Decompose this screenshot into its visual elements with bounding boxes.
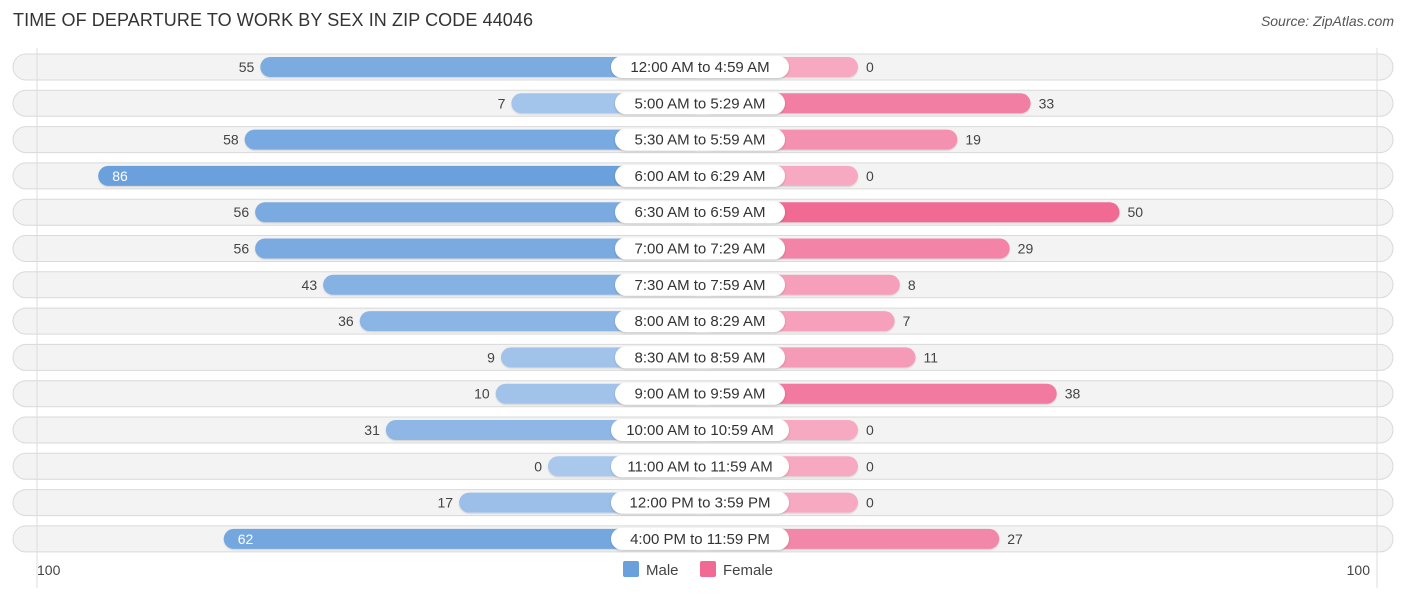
male-value-label: 56 [234, 204, 250, 220]
legend-label-female: Female [723, 562, 773, 579]
male-value-label: 0 [534, 458, 542, 474]
legend-swatch-female [700, 561, 716, 577]
female-value-label: 50 [1128, 204, 1144, 220]
male-value-label: 10 [474, 386, 490, 402]
male-value-label: 7 [498, 95, 506, 111]
legend-label-male: Male [646, 562, 679, 579]
legend-item-female[interactable]: Female [700, 561, 773, 579]
chart-row: 9:00 AM to 9:59 AM 10 38 [12, 380, 1394, 408]
category-label: 4:00 PM to 11:59 PM [630, 531, 770, 548]
chart-row: 8:00 AM to 8:29 AM 36 7 [12, 307, 1394, 335]
chart-row: 7:00 AM to 7:29 AM 56 29 [12, 235, 1394, 262]
category-label: 6:30 AM to 6:59 AM [635, 204, 766, 221]
male-value-label: 9 [487, 349, 495, 365]
chart-row: 11:00 AM to 11:59 AM 0 0 [12, 452, 1394, 480]
category-label: 12:00 PM to 3:59 PM [630, 495, 771, 512]
category-label: 5:30 AM to 5:59 AM [635, 132, 766, 149]
legend-swatch-male [623, 561, 639, 577]
female-value-label: 7 [903, 313, 911, 329]
category-label: 8:30 AM to 8:59 AM [635, 349, 766, 366]
category-label: 8:00 AM to 8:29 AM [635, 313, 766, 330]
male-value-label: 55 [239, 59, 255, 75]
chart-row: 12:00 AM to 4:59 AM 55 0 [12, 53, 1394, 81]
female-value-label: 27 [1007, 531, 1023, 547]
male-value-label: 36 [338, 313, 354, 329]
male-bar[interactable] [98, 165, 704, 186]
chart-row: 6:30 AM to 6:59 AM 56 50 [12, 198, 1394, 226]
male-value-label: 31 [364, 422, 380, 438]
male-value-label: 58 [223, 132, 239, 148]
category-label: 10:00 AM to 10:59 AM [626, 422, 774, 439]
chart-row: 5:00 AM to 5:29 AM 7 33 [12, 89, 1394, 117]
chart-area: 12:00 AM to 4:59 AM 55 0 5:00 AM to 5:29 AM… [12, 48, 1394, 589]
female-value-label: 0 [866, 422, 874, 438]
category-label: 12:00 AM to 4:59 AM [630, 59, 769, 76]
chart-row: 6:00 AM to 6:29 AM 86 0 [12, 162, 1394, 190]
axis-left-label: 100 [37, 562, 61, 578]
male-value-label: 56 [234, 241, 250, 257]
female-value-label: 0 [866, 168, 874, 184]
female-value-label: 19 [965, 132, 981, 148]
chart-row: 5:30 AM to 5:59 AM 58 19 [12, 126, 1394, 154]
female-value-label: 0 [866, 458, 874, 474]
category-label: 7:30 AM to 7:59 AM [635, 277, 766, 294]
female-value-label: 29 [1018, 241, 1034, 257]
male-value-label: 43 [302, 277, 318, 293]
female-value-label: 38 [1065, 386, 1081, 402]
female-value-label: 0 [866, 59, 874, 75]
category-label: 9:00 AM to 9:59 AM [635, 386, 766, 403]
male-value-label: 62 [238, 531, 254, 547]
category-label: 7:00 AM to 7:29 AM [635, 241, 766, 258]
female-value-label: 33 [1039, 95, 1055, 111]
axis-right-label: 100 [1347, 562, 1371, 578]
male-value-label: 86 [112, 168, 128, 184]
legend-item-male[interactable]: Male [623, 561, 679, 579]
female-value-label: 0 [866, 495, 874, 511]
chart-row: 4:00 PM to 11:59 PM 62 27 [12, 525, 1394, 553]
male-value-label: 17 [438, 495, 454, 511]
chart-row: 12:00 PM to 3:59 PM 17 0 [12, 489, 1394, 517]
category-label: 6:00 AM to 6:29 AM [635, 168, 766, 185]
chart-row: 10:00 AM to 10:59 AM 31 0 [12, 416, 1394, 444]
chart-row: 7:30 AM to 7:59 AM 43 8 [12, 271, 1394, 299]
category-label: 5:00 AM to 5:29 AM [635, 95, 766, 112]
female-value-label: 11 [924, 349, 939, 365]
female-value-label: 8 [908, 277, 916, 293]
chart-row: 8:30 AM to 8:59 AM 9 11 [12, 343, 1394, 371]
category-label: 11:00 AM to 11:59 AM [627, 458, 772, 475]
